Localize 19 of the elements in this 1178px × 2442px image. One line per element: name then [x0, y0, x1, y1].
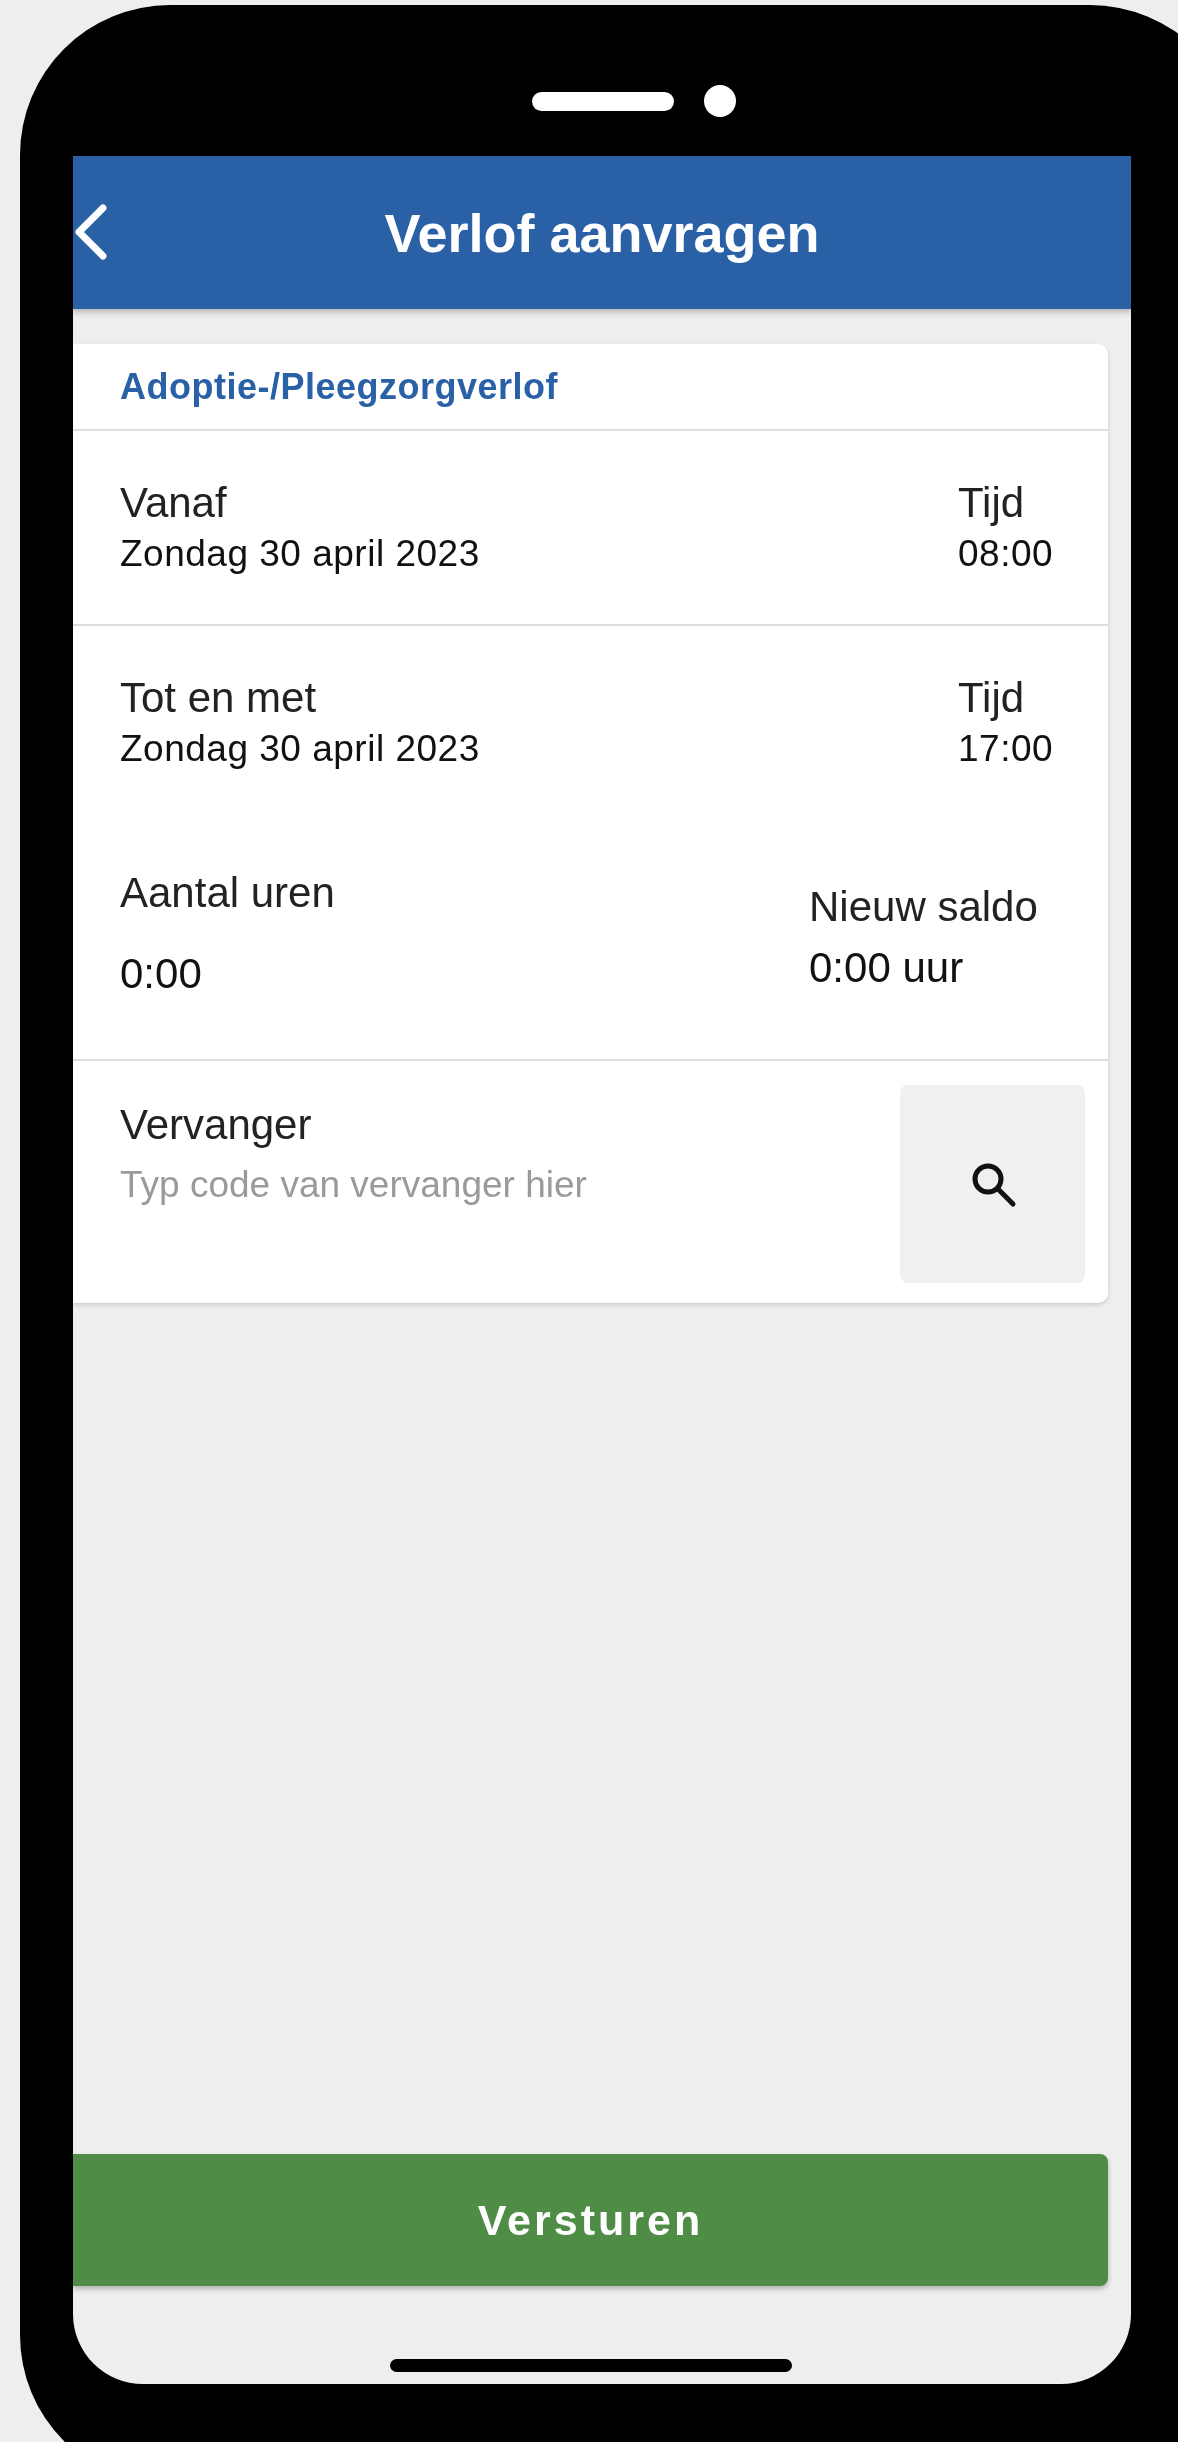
- date-value[interactable]: Zondag 30 april 2023: [120, 530, 480, 578]
- period-label: Vanaf: [120, 478, 228, 528]
- back-chevron-icon[interactable]: [73, 204, 107, 260]
- substitute-code-field[interactable]: Typ code van vervanger hier: [120, 1164, 800, 1206]
- screen-title: Verlof aanvragen: [384, 201, 820, 264]
- hours-label: Aantal uren: [120, 868, 335, 918]
- substitute-label: Vervanger: [120, 1100, 313, 1150]
- period-label: Tot en met: [120, 673, 318, 723]
- balance-value: 0:00 uur: [809, 944, 965, 992]
- submit-button[interactable]: Versturen: [73, 2154, 1108, 2286]
- camera-dot: [704, 85, 736, 117]
- time-label: Tijd: [958, 673, 1026, 723]
- leave-type-title: Adoptie-/Pleegzorgverlof: [73, 344, 1108, 431]
- time-label: Tijd: [958, 478, 1026, 528]
- balance-label: Nieuw saldo: [809, 882, 1039, 932]
- date-value[interactable]: Zondag 30 april 2023: [120, 725, 480, 773]
- time-value[interactable]: 17:00: [958, 725, 1060, 773]
- hours-value: 0:00: [120, 950, 203, 998]
- time-value[interactable]: 08:00: [958, 530, 1060, 578]
